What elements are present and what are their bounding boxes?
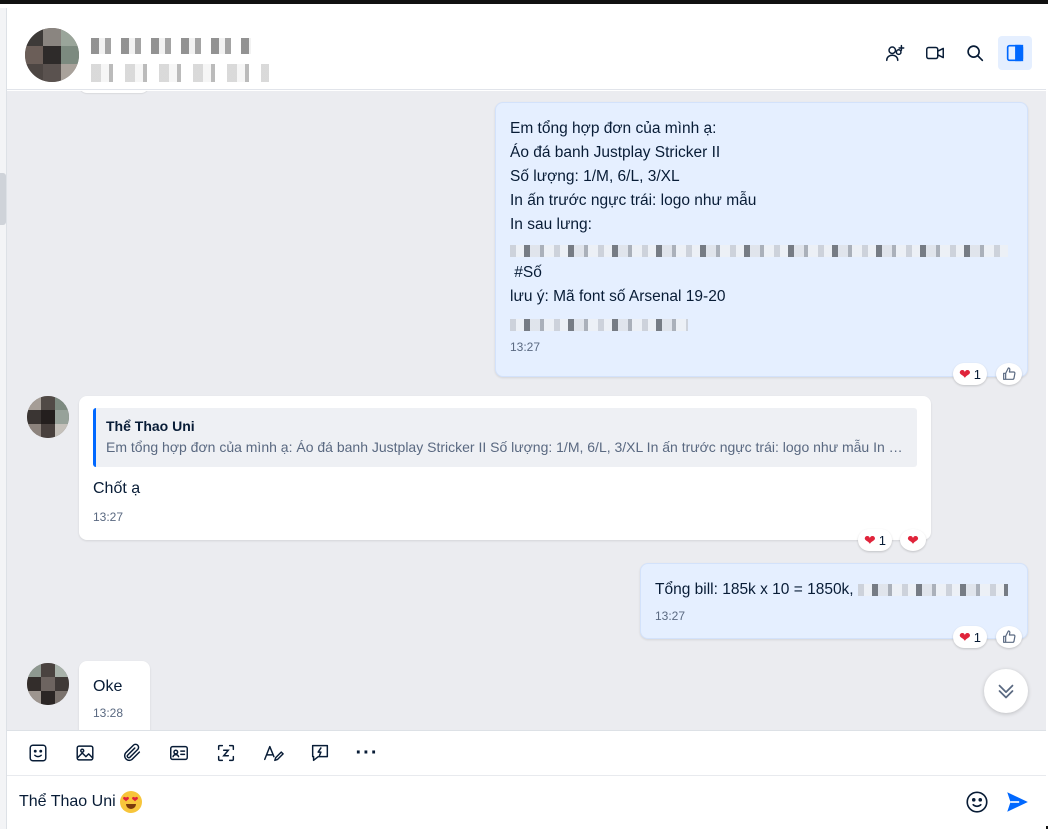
redacted-text <box>857 584 1008 596</box>
message-line: Áo đá banh Justplay Stricker II <box>510 144 721 161</box>
like-react-icon[interactable] <box>996 363 1022 385</box>
contact-status <box>91 64 269 82</box>
image-icon[interactable] <box>68 736 102 770</box>
sender-avatar[interactable] <box>27 396 69 438</box>
reaction-heart[interactable]: ❤ 1 <box>953 363 987 385</box>
message-input-text: Thể Thao Uni <box>19 793 116 810</box>
heart-eyes-emoji-icon: ❤ ❤ <box>119 791 142 813</box>
sidebar-toggle-icon[interactable] <box>998 36 1032 70</box>
emoji-icon[interactable] <box>964 789 990 815</box>
more-label: ··· <box>355 741 379 764</box>
left-sidebar-edge <box>0 8 7 829</box>
message-time: 13:28 <box>93 706 124 720</box>
heart-icon: ❤ <box>959 629 971 645</box>
message-text: Tổng bill: 185k x 10 = 1850k, <box>655 581 858 598</box>
heart-react-icon[interactable]: ❤ <box>900 529 926 551</box>
message-bubble-incoming[interactable]: Oke 13:28 <box>79 661 150 730</box>
heart-icon: ❤ <box>864 532 876 548</box>
message-line: In sau lưng: <box>510 216 592 233</box>
composer-actions <box>964 789 1030 815</box>
search-icon[interactable] <box>958 36 992 70</box>
add-member-icon[interactable] <box>878 36 912 70</box>
like-react-icon[interactable] <box>996 626 1022 648</box>
message-row: Tổng bill: 185k x 10 = 1850k, <box>655 578 1013 602</box>
message-text: Oke <box>93 678 123 695</box>
quoted-message[interactable]: Thể Thao Uni Em tổng hợp đơn của mình ạ:… <box>93 408 917 467</box>
sticker-icon[interactable] <box>21 736 55 770</box>
header-actions <box>878 36 1032 70</box>
contact-name[interactable] <box>91 38 251 54</box>
reaction-count: 1 <box>878 532 886 548</box>
heart-icon: ❤ <box>907 532 919 548</box>
redacted-text <box>510 319 688 331</box>
chat-header <box>7 8 1046 90</box>
contact-card-icon[interactable] <box>162 736 196 770</box>
message-line: In ấn trước ngực trái: logo như mẫu <box>510 192 757 209</box>
sender-avatar[interactable] <box>27 663 69 705</box>
reaction-heart[interactable]: ❤ 1 <box>858 529 892 551</box>
message-line: Số lượng: 1/M, 6/L, 3/XL <box>510 168 680 185</box>
scroll-to-bottom-button[interactable] <box>984 669 1028 713</box>
send-icon[interactable] <box>1004 789 1030 815</box>
message-list[interactable]: Em tổng hợp đơn của mình ạ: Áo đá banh J… <box>7 91 1046 730</box>
quote-text: Em tổng hợp đơn của mình ạ: Áo đá banh J… <box>106 439 907 455</box>
message-text: Chốt ạ <box>93 480 141 497</box>
reaction-count: 1 <box>973 629 981 645</box>
screenshot-icon[interactable] <box>209 736 243 770</box>
message-time: 13:27 <box>93 510 124 524</box>
previous-message-edge <box>79 91 149 93</box>
redacted-text <box>510 245 1008 257</box>
reaction-count: 1 <box>973 366 981 382</box>
more-icon[interactable]: ··· <box>350 736 384 770</box>
message-line: Em tổng hợp đơn của mình ạ: <box>510 120 717 137</box>
message-line: lưu ý: Mã font số Arsenal 19-20 <box>510 288 726 305</box>
quote-sender: Thể Thao Uni <box>106 418 195 434</box>
video-call-icon[interactable] <box>918 36 952 70</box>
attachment-icon[interactable] <box>115 736 149 770</box>
text-format-icon[interactable] <box>256 736 290 770</box>
message-bubble-outgoing[interactable]: Em tổng hợp đơn của mình ạ: Áo đá banh J… <box>495 102 1028 377</box>
message-bubble-incoming[interactable]: Thể Thao Uni Em tổng hợp đơn của mình ạ:… <box>79 396 931 540</box>
contact-avatar[interactable] <box>25 28 79 82</box>
message-time: 13:27 <box>510 340 541 354</box>
quick-message-icon[interactable] <box>303 736 337 770</box>
scroll-marker <box>0 173 6 225</box>
message-line: #Số <box>510 264 542 281</box>
composer-toolbar: ··· <box>7 730 1046 776</box>
chevron-double-down-icon <box>998 684 1014 699</box>
heart-icon: ❤ <box>959 366 971 382</box>
message-input[interactable]: Thể Thao Uni ❤ ❤ <box>19 791 142 813</box>
reaction-heart[interactable]: ❤ 1 <box>953 626 987 648</box>
message-composer: Thể Thao Uni ❤ ❤ <box>7 776 1046 829</box>
message-time: 13:27 <box>655 609 686 623</box>
chat-window: Em tổng hợp đơn của mình ạ: Áo đá banh J… <box>0 0 1048 829</box>
